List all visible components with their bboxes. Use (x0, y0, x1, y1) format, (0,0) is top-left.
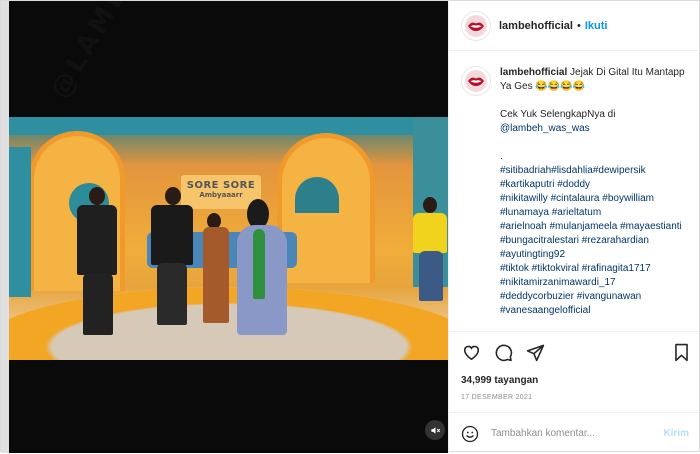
caption-mention[interactable]: @lambeh_was_was (500, 122, 691, 136)
follow-button[interactable]: Ikuti (585, 20, 608, 32)
share-icon[interactable] (525, 342, 545, 362)
post-date[interactable]: 17 DESEMBER 2021 (461, 394, 532, 401)
instagram-post: SORE SORE Ambyaaarr lambehofficial • Iku… (0, 0, 700, 453)
person-5-head (423, 197, 437, 213)
hashtag-line[interactable]: #nikitamirzanimawardi_17 (500, 276, 691, 290)
hashtag-line[interactable]: #tiktok #tiktokviral #rafinagita1717 (500, 262, 691, 276)
hashtag-line[interactable]: #vanesaangelofficial (500, 304, 691, 318)
view-count[interactable]: 34,999 tayangan (461, 375, 538, 386)
post-comment-button[interactable]: Kirim (663, 428, 689, 439)
hashtag-line[interactable]: #ayutingting92 (500, 248, 691, 262)
hashtag-line[interactable]: #sitibadriah#lisdahlia#dewipersik (500, 164, 691, 178)
video-player[interactable]: SORE SORE Ambyaaarr (9, 1, 448, 453)
video-frame: SORE SORE Ambyaaarr (9, 117, 448, 360)
set-panel-left (9, 147, 31, 297)
hashtag-line[interactable]: #kartikaputri #doddy (500, 178, 691, 192)
hashtag-line[interactable]: #lunamaya #arieltatum (500, 206, 691, 220)
person-2-head (165, 187, 181, 205)
video-watermark: @LAMBEH_@SE (45, 1, 205, 104)
sign-title: SORE SORE (186, 180, 256, 191)
lips-logo-icon (465, 70, 487, 92)
post-header: lambehofficial • Ikuti (449, 1, 700, 51)
sign-subtitle: Ambyaaarr (199, 191, 243, 199)
comment-bar: Kirim (449, 412, 700, 454)
caption-dot: . (500, 151, 503, 162)
person-1 (77, 205, 117, 275)
person-3 (203, 227, 229, 323)
post-side-panel: lambehofficial • Ikuti lambehofficial Je… (448, 1, 700, 453)
person-5 (413, 213, 447, 253)
hashtag-line[interactable]: #arielnoah #mulanjameela #mayaestianti (500, 220, 691, 234)
heart-icon[interactable] (461, 342, 481, 362)
person-1-legs (83, 273, 113, 335)
person-5-legs (419, 251, 443, 301)
caption-row: lambehofficial Jejak Di Gital Itu Mantap… (461, 66, 691, 318)
bookmark-icon[interactable] (671, 342, 691, 362)
hashtag-line[interactable]: #bungacitralestari #rezarahardian (500, 234, 691, 248)
caption-area: lambehofficial Jejak Di Gital Itu Mantap… (449, 51, 700, 331)
person-1-head (89, 187, 105, 205)
comment-icon[interactable] (493, 342, 513, 362)
action-section: 34,999 tayangan 17 DESEMBER 2021 Kirim (449, 331, 700, 453)
caption-first-line: lambehofficial Jejak Di Gital Itu Mantap… (500, 66, 691, 94)
avatar[interactable] (461, 10, 491, 41)
speaker-muted-icon[interactable] (425, 420, 445, 440)
lips-logo-icon (465, 14, 487, 37)
caption-username[interactable]: lambehofficial (500, 67, 567, 78)
action-bar (461, 340, 691, 364)
emoji-icon[interactable] (461, 425, 479, 443)
person-2 (151, 205, 193, 265)
comment-input[interactable] (491, 428, 651, 439)
person-2-legs (157, 263, 187, 325)
media-pane: SORE SORE Ambyaaarr (1, 1, 448, 453)
header-separator: • (576, 19, 581, 32)
person-4-scarf (253, 229, 265, 299)
caption-text: lambehofficial Jejak Di Gital Itu Mantap… (500, 66, 691, 318)
caption-cta: Cek Yuk SelengkapNya di (500, 109, 616, 120)
header-username[interactable]: lambehofficial (499, 20, 573, 32)
hashtag-line[interactable]: #nikitawilly #cintalaura #boywilliam (500, 192, 691, 206)
caption-avatar[interactable] (461, 66, 491, 96)
hashtag-line[interactable]: #deddycorbuzier #ivangunawan (500, 290, 691, 304)
set-window (295, 177, 339, 213)
